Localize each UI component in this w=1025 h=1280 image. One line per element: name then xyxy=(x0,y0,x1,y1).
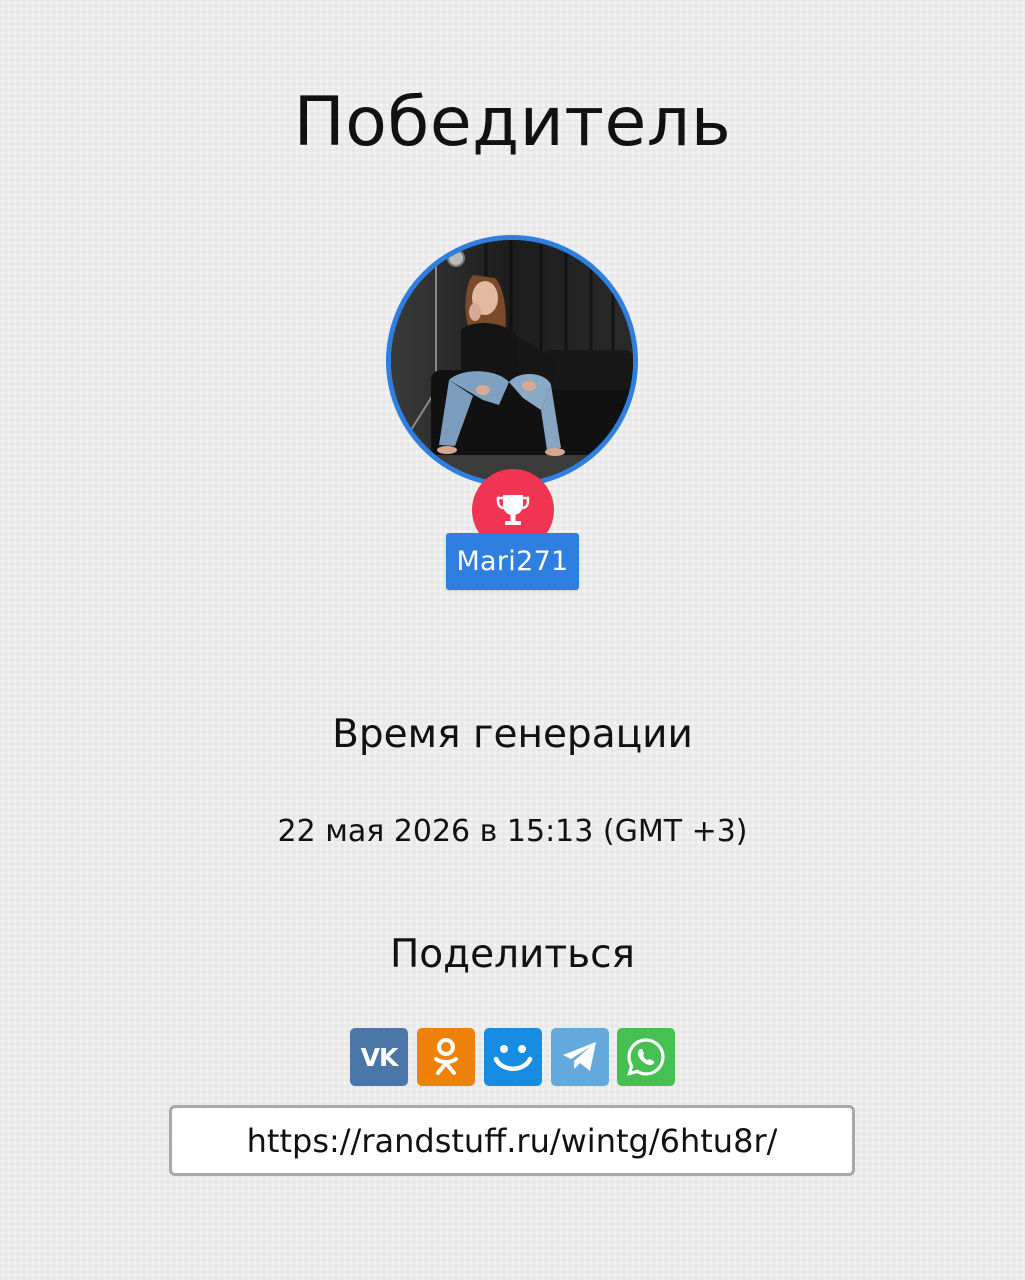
share-vk-button[interactable]: VK xyxy=(350,1028,408,1086)
generation-time-heading: Время генерации xyxy=(332,712,693,757)
odnoklassniki-icon xyxy=(434,1038,458,1075)
generation-time-value: 22 мая 2026 в 15:13 (GMT +3) xyxy=(277,814,748,849)
mail-ru-icon xyxy=(493,1045,533,1071)
page-title: Победитель xyxy=(293,83,732,162)
whatsapp-icon xyxy=(627,1038,665,1076)
winner-avatar xyxy=(386,235,638,487)
winner-username[interactable]: Mari271 xyxy=(446,533,579,590)
share-odnoklassniki-button[interactable] xyxy=(417,1028,475,1086)
share-url-field[interactable] xyxy=(169,1105,855,1176)
share-heading: Поделиться xyxy=(389,932,636,977)
trophy-icon xyxy=(496,495,530,525)
share-whatsapp-button[interactable] xyxy=(617,1028,675,1086)
vk-icon: VK xyxy=(360,1042,399,1072)
share-telegram-button[interactable] xyxy=(551,1028,609,1086)
telegram-icon xyxy=(563,1042,596,1071)
profile-photo xyxy=(391,240,633,482)
share-mail-ru-button[interactable] xyxy=(484,1028,542,1086)
